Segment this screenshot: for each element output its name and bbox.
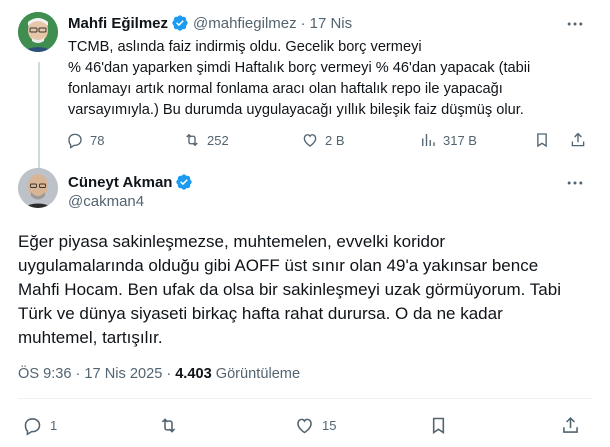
reply-handle[interactable]: @cakman4 (68, 193, 144, 210)
reply-button[interactable]: 78 (66, 128, 104, 152)
views-button[interactable]: 317 B (419, 128, 477, 152)
reply-author-name[interactable]: Cüneyt Akman (68, 174, 172, 191)
like-button[interactable]: 15 (294, 413, 336, 437)
parent-text-line: fonlamayı artık normal fonlama aracı ola… (68, 81, 503, 97)
reply-count: 78 (90, 132, 105, 148)
reply-views-label: Görüntüleme (215, 366, 301, 382)
reply-text-line: Eğer piyasa sakinleşmezse, muhtemelen, e… (18, 232, 446, 251)
divider (18, 398, 592, 399)
views-icon (419, 131, 443, 149)
share-icon (569, 131, 593, 149)
share-button[interactable] (569, 128, 593, 152)
verified-badge-icon (172, 173, 197, 191)
verified-badge-icon (168, 14, 193, 32)
meta-separator: · (75, 366, 81, 382)
share-button[interactable] (560, 413, 588, 437)
reply-text-line: uygulamalarında olduğu gibi AOFF üst sın… (18, 256, 539, 275)
parent-header: Mahfi Eğilmez @mahfiegilmez · 17 Nis (68, 13, 352, 33)
share-icon (560, 415, 588, 436)
reply-icon (22, 415, 50, 436)
like-button[interactable]: 2 B (301, 128, 345, 152)
bookmark-button[interactable] (428, 413, 456, 437)
like-count: 2 B (325, 132, 345, 148)
reply-action-bar: 1 15 (18, 413, 592, 437)
reply-views-count: 4.403 (175, 366, 212, 382)
header-separator: · (300, 14, 306, 32)
reply-text-line: Mahfi Hocam. Ben ufak da olsa bir sakinl… (18, 280, 561, 299)
reply-button[interactable]: 1 (22, 413, 57, 437)
parent-tweet[interactable]: Mahfi Eğilmez @mahfiegilmez · 17 Nis TCM… (0, 0, 610, 170)
like-icon (301, 131, 325, 149)
parent-date[interactable]: 17 Nis (310, 15, 353, 32)
parent-author-name[interactable]: Mahfi Eğilmez (68, 15, 168, 32)
reply-avatar[interactable] (18, 168, 58, 208)
reply-text-line: muhtemel, tartışılır. (18, 328, 163, 347)
bookmark-icon (428, 415, 456, 436)
repost-icon (158, 415, 186, 436)
reply-time[interactable]: ÖS 9:36 (18, 366, 72, 382)
reply-icon (66, 131, 90, 149)
reply-text-line: Türk ve dünya siyaseti birkaç hafta raha… (18, 304, 503, 323)
more-icon[interactable] (565, 173, 585, 193)
bookmark-button[interactable] (533, 128, 557, 152)
parent-handle[interactable]: @mahfiegilmez (193, 15, 297, 32)
reply-count: 1 (50, 417, 58, 433)
parent-text-line: % 46'dan yaparken şimdi Haftalık borç ve… (68, 60, 531, 76)
parent-text-line: TCMB, aslında faiz indirmiş oldu. Geceli… (68, 39, 422, 55)
bookmark-icon (533, 131, 557, 149)
thread-connector-line (38, 62, 40, 170)
like-icon (294, 415, 322, 436)
parent-text-line: varsayımıyla.) Bu durumda uygulayacağı y… (68, 102, 524, 118)
repost-button[interactable]: 252 (183, 128, 229, 152)
reply-tweet-text: Eğer piyasa sakinleşmezse, muhtemelen, e… (18, 230, 598, 350)
repost-count: 252 (207, 132, 229, 148)
parent-tweet-text: TCMB, aslında faiz indirmiş oldu. Geceli… (68, 37, 588, 121)
reply-date[interactable]: 17 Nis 2025 (84, 366, 162, 382)
like-count: 15 (322, 417, 337, 433)
reply-header: Cüneyt Akman (68, 172, 197, 192)
parent-avatar[interactable] (18, 12, 58, 52)
repost-button[interactable] (158, 413, 186, 437)
views-count: 317 B (443, 132, 477, 148)
more-icon[interactable] (565, 14, 585, 34)
repost-icon (183, 131, 207, 149)
meta-separator: · (166, 366, 172, 382)
parent-action-bar: 78 252 2 B 317 B (60, 128, 600, 152)
reply-metadata: ÖS 9:36 · 17 Nis 2025 · 4.403 Görüntülem… (18, 366, 300, 382)
